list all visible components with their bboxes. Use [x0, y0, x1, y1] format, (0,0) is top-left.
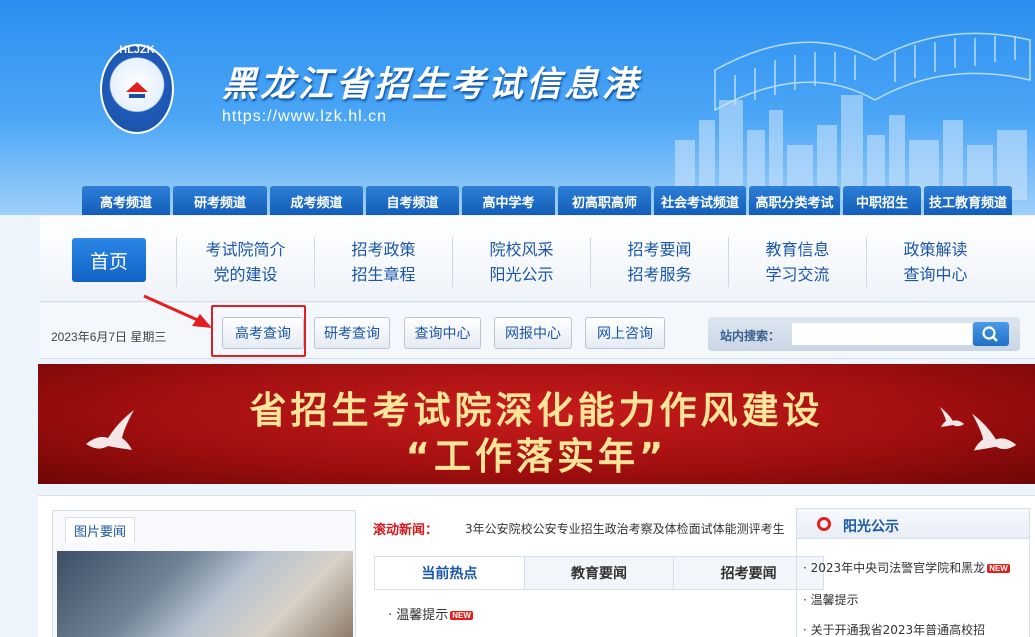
- red-arrow-annotation: [143, 294, 212, 328]
- search-input[interactable]: [792, 323, 972, 345]
- site-url[interactable]: https://www.lzk.hl.cn: [222, 108, 387, 126]
- sunshine-header: 阳光公示: [797, 509, 1029, 539]
- channel-tab-chengkao[interactable]: 成考频道: [270, 186, 363, 215]
- nav-column-1: 考试院简介 党的建设: [176, 237, 314, 287]
- logo-mark-icon: [126, 82, 148, 98]
- channel-tab-jigong[interactable]: 技工教育频道: [924, 186, 1012, 215]
- tab-education-news[interactable]: 教育要闻: [525, 557, 675, 589]
- list-item[interactable]: · 2023年中央司法警官学院和黑龙 NEW: [803, 559, 1010, 576]
- nav-column-4: 招考要闻 招考服务: [590, 237, 728, 287]
- news-tabs: 当前热点 教育要闻 招考要闻: [374, 556, 824, 590]
- nav-link-news[interactable]: 招考要闻: [591, 237, 728, 262]
- main-navigation: 首页 考试院简介 党的建设 招考政策 招生章程 院校风采 阳光公示 招考要闻 招…: [40, 216, 1035, 302]
- nav-column-5: 教育信息 学习交流: [728, 237, 866, 287]
- site-header: HLJZK 黑龙江省招生考试信息港 https://www.lzk.hl.cn …: [0, 0, 1035, 215]
- search-label: 站内搜索：: [720, 329, 781, 343]
- channel-tab-yankao[interactable]: 研考频道: [173, 186, 267, 215]
- city-skyline-illustration: [675, 32, 1031, 200]
- nav-link-education[interactable]: 教育信息: [729, 237, 866, 262]
- banner-subheadline: “工作落实年”: [405, 435, 668, 478]
- nav-link-query-center[interactable]: 查询中心: [867, 262, 1004, 287]
- picture-news-panel: 图片要闻: [52, 510, 356, 637]
- channel-tab-gaokao[interactable]: 高考频道: [82, 186, 170, 215]
- target-icon: [817, 517, 831, 531]
- channel-tab-gaozhi-gaoshi[interactable]: 初高职高师: [558, 186, 651, 215]
- sunshine-title[interactable]: 阳光公示: [843, 516, 899, 536]
- list-item[interactable]: · 关于开通我省2023年普通高校招: [803, 621, 985, 637]
- nav-link-policy[interactable]: 招考政策: [315, 237, 452, 262]
- nav-link-colleges[interactable]: 院校风采: [453, 237, 590, 262]
- home-button[interactable]: 首页: [72, 238, 146, 282]
- site-search: 站内搜索：: [708, 317, 1020, 351]
- tab-current-hotspot[interactable]: 当前热点: [375, 557, 525, 589]
- nav-column-3: 院校风采 阳光公示: [452, 237, 590, 287]
- channel-tab-gaozhi-fenlei[interactable]: 高职分类考试: [749, 186, 840, 215]
- yankao-query-button[interactable]: 研考查询: [314, 317, 390, 349]
- channel-tab-shehui[interactable]: 社会考试频道: [654, 186, 746, 215]
- logo-abbr: HLJZK: [119, 44, 155, 56]
- scroll-news-text[interactable]: 3年公安院校公安专业招生政治考察及体检面试体能测评考生名: [465, 520, 785, 537]
- sunshine-publicity-panel: 阳光公示 · 2023年中央司法警官学院和黑龙 NEW · 温馨提示 · 关于开通…: [796, 508, 1030, 637]
- nav-link-charter[interactable]: 招生章程: [315, 262, 452, 287]
- list-item[interactable]: · 温馨提示: [803, 591, 859, 608]
- sunshine-item-text[interactable]: 温馨提示: [811, 593, 859, 607]
- channel-tab-zhongzhi[interactable]: 中职招生: [843, 186, 921, 215]
- site-title: 黑龙江省招生考试信息港: [222, 64, 641, 105]
- nav-column-6: 政策解读 查询中心: [866, 237, 1004, 287]
- search-icon: [982, 326, 998, 342]
- online-consult-button[interactable]: 网上咨询: [585, 317, 665, 349]
- content-area: 图片要闻 滚动新闻： 3年公安院校公安专业招生政治考察及体检面试体能测评考生名 …: [38, 495, 1035, 637]
- nav-column-2: 招考政策 招生章程: [314, 237, 452, 287]
- news-photo[interactable]: [57, 551, 353, 637]
- nav-link-exchange[interactable]: 学习交流: [729, 262, 866, 287]
- highlight-box-annotation: [211, 305, 306, 357]
- channel-tab-zikao[interactable]: 自考频道: [366, 186, 459, 215]
- new-badge: NEW: [450, 611, 473, 620]
- tab-picture-news[interactable]: 图片要闻: [65, 517, 136, 543]
- nav-link-service[interactable]: 招考服务: [591, 262, 728, 287]
- channel-tab-xuekao[interactable]: 高中学考: [462, 186, 555, 215]
- nav-link-party[interactable]: 党的建设: [177, 262, 314, 287]
- new-badge: NEW: [987, 564, 1010, 573]
- promo-banner[interactable]: 省招生考试院深化能力作风建设 “工作落实年”: [38, 364, 1035, 484]
- nav-link-publicity[interactable]: 阳光公示: [453, 262, 590, 287]
- list-item[interactable]: · 温馨提示 NEW: [388, 604, 473, 623]
- online-registration-button[interactable]: 网报中心: [494, 317, 572, 349]
- sunshine-item-text[interactable]: 关于开通我省2023年普通高校招: [811, 623, 986, 637]
- news-item-text[interactable]: 温馨提示: [396, 608, 448, 623]
- query-center-button[interactable]: 查询中心: [404, 317, 481, 349]
- nav-link-about[interactable]: 考试院简介: [177, 237, 314, 262]
- nav-link-interpretation[interactable]: 政策解读: [867, 237, 1004, 262]
- scroll-news-label: 滚动新闻：: [373, 523, 439, 538]
- channel-tabs: 高考频道 研考频道 成考频道 自考频道 高中学考 初高职高师 社会考试频道 高职…: [82, 186, 1012, 215]
- search-button[interactable]: [973, 322, 1009, 346]
- sunshine-item-text[interactable]: 2023年中央司法警官学院和黑龙: [811, 561, 986, 575]
